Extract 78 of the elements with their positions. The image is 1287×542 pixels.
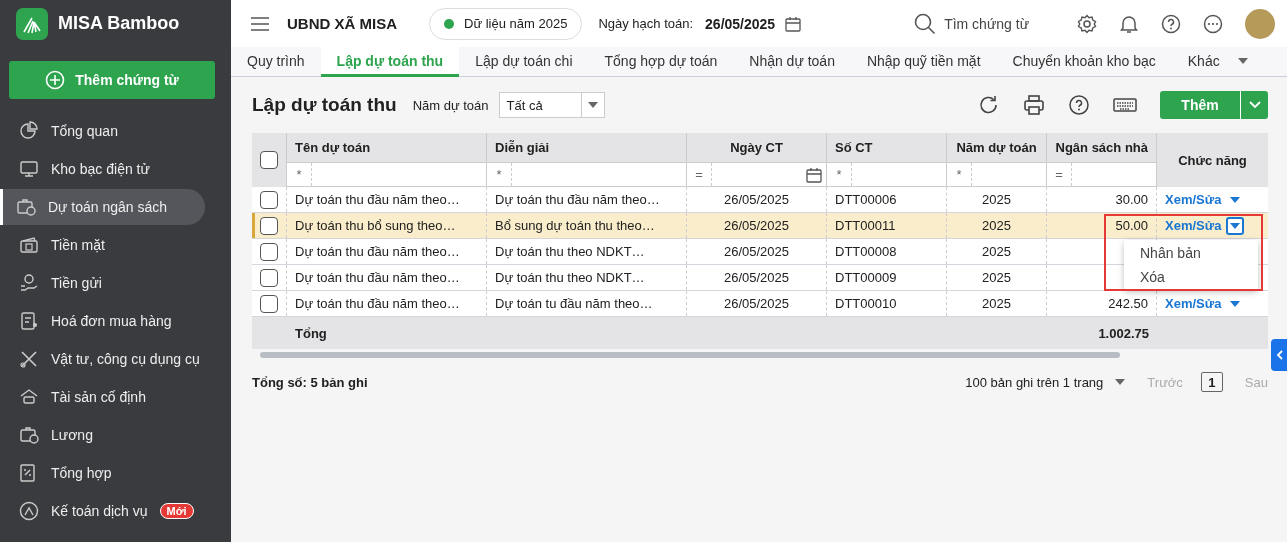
column-header: Diễn giải (495, 140, 550, 155)
table-cell: 2025 (982, 296, 1011, 311)
column-header: Tên dự toán (295, 140, 371, 155)
sidebar-item[interactable]: Tài sản cố định (0, 379, 205, 415)
sidebar-item[interactable]: Hoá đơn mua hàng (0, 303, 205, 339)
table-cell: 50.00 (1115, 218, 1148, 233)
table-cell: DTT00009 (835, 270, 897, 285)
sidebar-item[interactable]: Tổng quan (0, 113, 205, 149)
table-cell: 26/05/2025 (723, 244, 790, 259)
table-cell: Dự toán thu bổ sung theo… (295, 218, 456, 233)
table-cell: Dự toán thu theo NDKT… (495, 270, 645, 285)
table-cell: 30.00 (1115, 192, 1148, 207)
tab[interactable]: Nhận dự toán (733, 47, 851, 77)
page-size-selector[interactable]: 100 bản ghi trên 1 trang (965, 374, 1104, 390)
total-value: 1.002.75 (1098, 325, 1149, 341)
table-cell: 26/05/2025 (723, 296, 790, 311)
table-cell: Dự toán thu đầu năm theo… (295, 296, 460, 311)
column-header: Số CT (835, 140, 873, 155)
table-cell: DTT00010 (835, 296, 897, 311)
table-cell: 26/05/2025 (723, 192, 790, 207)
posting-date-label: Ngày hạch toán: (598, 16, 694, 31)
table-cell: 2025 (982, 192, 1011, 207)
table-cell: 2025 (982, 218, 1011, 233)
filter-operator[interactable]: * (827, 163, 852, 186)
search-placeholder: Tìm chứng từ (944, 15, 1029, 32)
table-cell: Dự toán thu đầu năm theo… (295, 244, 460, 259)
tab[interactable]: Lập dự toán chi (459, 47, 589, 77)
total-label: Tổng (295, 325, 327, 341)
sidebar-item[interactable]: Tiền gửi (0, 265, 205, 301)
menu-item[interactable]: Xóa (1124, 265, 1258, 289)
tab[interactable]: Nhập quỹ tiền mặt (850, 47, 997, 77)
table-cell: Dự toán thu đầu năm theo… (295, 270, 460, 285)
table-cell: 26/05/2025 (723, 270, 790, 285)
tab[interactable]: Khác (1171, 47, 1264, 77)
view-edit-link[interactable]: Xem/Sửa (1165, 296, 1222, 311)
tab[interactable]: Quy trình (231, 47, 321, 77)
new-badge: Mới (159, 503, 194, 519)
table-cell: DTT00008 (835, 244, 897, 259)
column-header: Năm dự toán (956, 140, 1037, 155)
filter-operator[interactable]: * (487, 163, 512, 186)
column-header: Chức năng (1178, 152, 1247, 168)
table-cell: 2025 (982, 244, 1011, 259)
search-field[interactable]: Tìm chứng từ (914, 12, 1029, 35)
sidebar-item[interactable]: Kho bạc điện tử (0, 151, 205, 187)
table-cell: DTT00011 (835, 218, 896, 233)
sidebar-item[interactable]: Dự toán ngân sách (0, 189, 205, 225)
sidebar-item[interactable]: Lương (0, 417, 205, 453)
page-number[interactable]: 1 (1200, 372, 1223, 392)
view-edit-link[interactable]: Xem/Sửa (1165, 218, 1222, 233)
year-filter-label: Năm dự toán (412, 97, 489, 113)
record-count: Tổng số: 5 bản ghi (252, 374, 368, 390)
tab[interactable]: Tổng hợp dự toán (588, 47, 734, 77)
table-cell: 242.50 (1108, 296, 1148, 311)
sidebar-item[interactable]: Tiền mặt (0, 227, 205, 263)
table-cell: 2025 (982, 270, 1011, 285)
table-cell: Dự toán thu theo NDKT… (495, 244, 645, 259)
sidebar-item[interactable]: Tổng hợp (0, 455, 205, 491)
filter-operator[interactable]: = (687, 163, 712, 186)
table-row[interactable]: Dự toán thu bổ sung theo… Bổ sung dự toán thu theo… 26/05/2025 DTT00011 2025 50.00 Xem/Sửa (252, 213, 1268, 239)
table-cell: Bổ sung dự toán thu theo… (495, 218, 655, 233)
table-cell: Dự toán thu đầu năm theo… (295, 192, 460, 207)
table-cell: DTT00006 (835, 192, 897, 207)
column-header: Ngày CT (730, 140, 783, 155)
tab[interactable]: Chuyển khoản kho bạc (996, 47, 1172, 77)
year-filter-dropdown[interactable]: Tất cả (498, 92, 605, 118)
filter-operator[interactable]: * (287, 163, 312, 186)
view-edit-link[interactable]: Xem/Sửa (1165, 192, 1222, 207)
organization-name: UBND XÃ MISA (287, 15, 397, 32)
table-cell: Dự toán thu đầu năm theo… (495, 192, 660, 207)
app-name: MISA Bamboo (58, 13, 180, 34)
table-cell: 26/05/2025 (723, 218, 790, 233)
table-cell: Dự toán tu đầu năm theo… (495, 296, 653, 311)
column-header: Ngân sách nhà (1055, 140, 1148, 155)
menu-item[interactable]: Nhân bản (1124, 241, 1258, 265)
page-title: Lập dự toán thu (252, 94, 397, 116)
sidebar-item[interactable]: Kế toán dịch vụ Mới (0, 493, 205, 529)
posting-date-value: 26/05/2025 (705, 15, 776, 32)
sidebar-item[interactable]: Vật tư, công cụ dụng cụ (0, 341, 205, 377)
